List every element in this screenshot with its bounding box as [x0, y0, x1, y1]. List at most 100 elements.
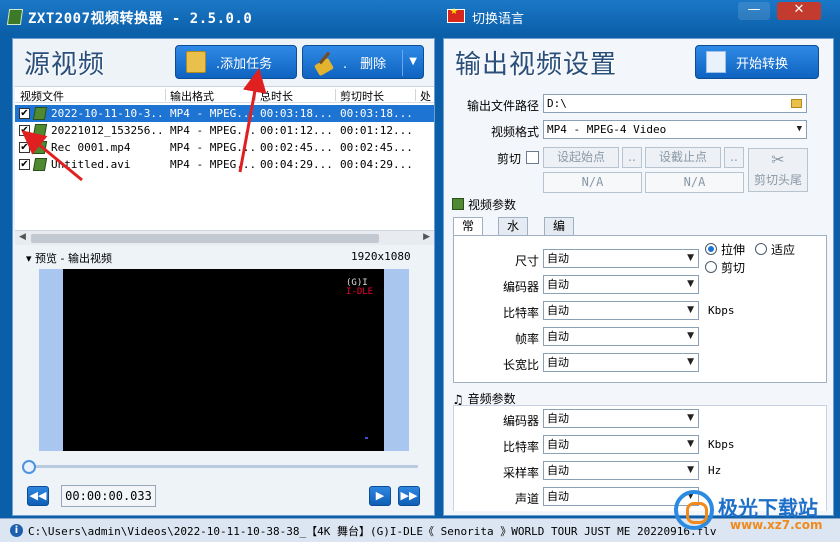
chevron-down-icon[interactable]: ▼: [409, 56, 417, 67]
column-header-format[interactable]: 输出格式: [170, 88, 214, 104]
scroll-left-arrow-icon[interactable]: ◀: [19, 232, 26, 242]
delete-button[interactable]: . 删除 ▼: [302, 45, 424, 79]
tab-general[interactable]: 常规: [453, 217, 484, 250]
preview-resolution: 1920x1080: [351, 250, 411, 263]
chevron-down-icon: ▼: [687, 331, 694, 341]
audio-bitrate-select[interactable]: 自动 ▼: [543, 435, 699, 454]
cut-checkbox[interactable]: [526, 151, 539, 164]
preview-toggle[interactable]: ▾ 预览 - 输出视频: [26, 250, 112, 266]
china-flag-icon[interactable]: [447, 7, 465, 23]
row-format: MP4 - MPEG...: [170, 107, 255, 120]
table-row[interactable]: ✔ Rec 0001.mp4 MP4 - MPEG... 00:02:45...…: [15, 139, 434, 156]
browse-folder-icon[interactable]: [791, 99, 802, 108]
current-time-display: 00:00:00.033: [61, 485, 156, 507]
set-start-more-button[interactable]: ..: [622, 147, 642, 168]
row-file-name: 2022-10-11-10-3...: [51, 107, 166, 120]
column-header-file[interactable]: 视频文件: [20, 88, 64, 104]
video-format-label: 视频格式: [490, 125, 539, 139]
video-frame-detail: [365, 437, 368, 439]
row-format: MP4 - MPEG...: [170, 124, 255, 137]
fast-forward-button[interactable]: ▶▶: [398, 486, 420, 506]
minimize-button[interactable]: —: [738, 2, 770, 20]
aspect-ratio-select[interactable]: 自动 ▼: [543, 353, 699, 372]
watermark-url: www.xz7.com: [730, 518, 823, 532]
status-file-path: C:\Users\admin\Videos\2022-10-11-10-38-3…: [28, 525, 717, 538]
chevron-down-icon: ▼: [687, 413, 694, 423]
row-total: 00:01:12...: [260, 124, 333, 137]
video-bitrate-value: 自动: [547, 304, 569, 317]
output-path-field[interactable]: D:\: [543, 94, 807, 113]
audio-encoder-label: 编码器: [502, 414, 539, 428]
close-button[interactable]: ✕: [777, 2, 821, 20]
frame-rate-select[interactable]: 自动 ▼: [543, 327, 699, 346]
cut-label: 剪切: [496, 152, 521, 166]
video-encoder-select[interactable]: 自动 ▼: [543, 275, 699, 294]
output-path-label: 输出文件路径: [466, 99, 539, 113]
video-file-icon: [32, 107, 48, 120]
row-file-name: Untitled.avi: [51, 158, 131, 171]
table-horizontal-scrollbar[interactable]: ◀ ▶: [15, 230, 434, 245]
row-cut: 00:01:12...: [340, 124, 413, 137]
column-separator: [165, 89, 166, 101]
size-select[interactable]: 自动 ▼: [543, 249, 699, 268]
audio-encoder-select[interactable]: 自动 ▼: [543, 409, 699, 428]
rewind-button[interactable]: ◀◀: [27, 486, 49, 506]
row-checkbox[interactable]: ✔: [19, 159, 30, 170]
chevron-down-icon: ▼: [687, 357, 694, 367]
switch-language-button[interactable]: 切换语言: [472, 8, 524, 27]
video-encoder-value: 自动: [547, 278, 569, 291]
play-button[interactable]: ▶: [369, 486, 391, 506]
column-header-status[interactable]: 处: [420, 88, 431, 104]
preview-frame: (G)I I-DLE: [39, 269, 409, 451]
audio-bitrate-unit: Kbps: [708, 438, 735, 451]
fit-radio[interactable]: [755, 243, 767, 255]
set-start-button[interactable]: 设起始点: [543, 147, 619, 168]
column-separator: [335, 89, 336, 101]
video-format-select[interactable]: MP4 - MPEG-4 Video ▼: [543, 120, 807, 139]
video-bitrate-select[interactable]: 自动 ▼: [543, 301, 699, 320]
audio-bitrate-value: 自动: [547, 438, 569, 451]
watermark-name: 极光下载站: [718, 496, 818, 520]
video-file-icon: [32, 158, 48, 171]
dropdown-divider: [402, 50, 403, 76]
row-total: 00:04:29...: [260, 158, 333, 171]
table-row[interactable]: ✔ 2022-10-11-10-3... MP4 - MPEG... 00:03…: [15, 105, 434, 122]
chevron-down-icon: ▼: [687, 465, 694, 475]
row-checkbox[interactable]: ✔: [19, 125, 30, 136]
start-point-value: N/A: [543, 172, 642, 193]
app-icon: [6, 9, 24, 25]
tab-edit[interactable]: 编辑: [544, 217, 575, 250]
stretch-radio[interactable]: [705, 243, 717, 255]
sample-rate-select[interactable]: 自动 ▼: [543, 461, 699, 480]
channels-value: 自动: [547, 490, 569, 503]
fit-label: 适应: [771, 243, 796, 257]
column-header-cut[interactable]: 剪切时长: [340, 88, 384, 104]
table-row[interactable]: ✔ Untitled.avi MP4 - MPEG... 00:04:29...…: [15, 156, 434, 173]
start-convert-button[interactable]: 开始转换: [695, 45, 819, 79]
set-end-more-button[interactable]: ..: [724, 147, 744, 168]
aspect-ratio-value: 自动: [547, 356, 569, 369]
scrollbar-thumb[interactable]: [31, 234, 379, 243]
scroll-right-arrow-icon[interactable]: ▶: [423, 232, 430, 242]
crop-radio[interactable]: [705, 261, 717, 273]
scissors-icon: ✂: [771, 150, 785, 169]
stretch-label: 拉伸: [721, 243, 746, 257]
frame-rate-label: 帧率: [514, 332, 539, 346]
seek-bar[interactable]: [32, 465, 418, 468]
audio-encoder-value: 自动: [547, 412, 569, 425]
cut-head-tail-button[interactable]: ✂ 剪切头尾: [748, 148, 808, 192]
folder-icon: [186, 51, 206, 73]
row-checkbox[interactable]: ✔: [19, 142, 30, 153]
tab-watermark[interactable]: 水印: [498, 217, 529, 250]
chevron-down-icon: ▼: [687, 253, 694, 263]
row-total: 00:03:18...: [260, 107, 333, 120]
row-checkbox[interactable]: ✔: [19, 108, 30, 119]
video-encoder-label: 编码器: [502, 280, 539, 294]
column-header-total[interactable]: 总时长: [260, 88, 293, 104]
add-task-button[interactable]: .添加任务: [175, 45, 297, 79]
video-logo-line2: I-DLE: [346, 287, 374, 297]
set-end-button[interactable]: 设截止点: [645, 147, 721, 168]
table-row[interactable]: ✔ 20221012_153256... MP4 - MPEG... 00:01…: [15, 122, 434, 139]
seek-handle[interactable]: [22, 460, 36, 474]
row-cut: 00:04:29...: [340, 158, 413, 171]
